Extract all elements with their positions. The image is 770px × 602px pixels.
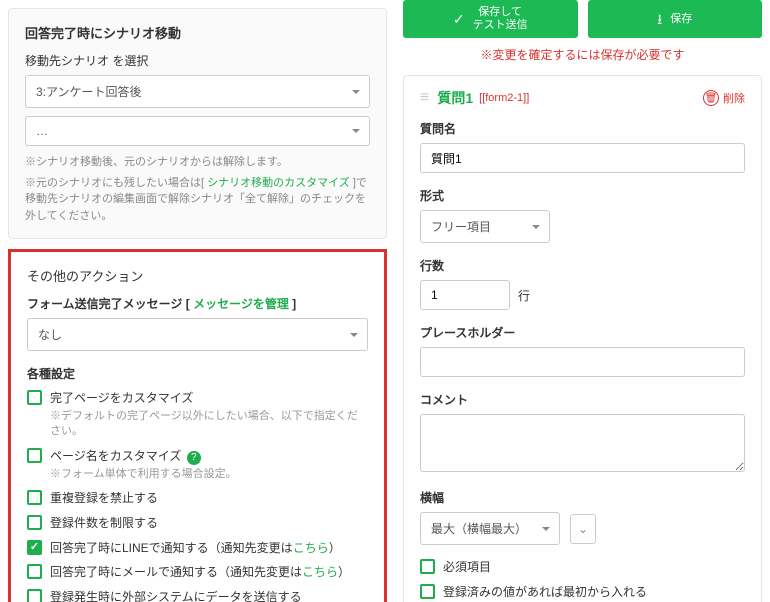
required-label: 必須項目 (443, 559, 491, 576)
scenario-select-2[interactable]: … (25, 116, 370, 146)
settings-label-5: 回答完了時にメールで通知する（通知先変更はこちら） (50, 564, 350, 581)
width-label: 横幅 (420, 489, 745, 506)
settings-link-4[interactable]: こちら (293, 541, 329, 555)
delete-question-button[interactable]: 🗑 削除 (703, 90, 745, 106)
question-name-label: 質問名 (420, 120, 745, 137)
form-complete-msg-select[interactable]: なし (27, 318, 368, 351)
settings-label-0: 完了ページをカスタマイズ (50, 390, 193, 407)
scenario-select-label: 移動先シナリオ を選択 (25, 52, 370, 69)
comment-label: コメント (420, 391, 745, 408)
settings-checkbox-1[interactable] (27, 448, 42, 463)
settings-checkbox-3[interactable] (27, 515, 42, 530)
width-select[interactable]: 最大（横幅最大） (420, 512, 560, 545)
rows-input[interactable] (420, 280, 510, 310)
scenario-title: 回答完了時にシナリオ移動 (25, 23, 370, 42)
settings-checkbox-2[interactable] (27, 490, 42, 505)
placeholder-label: プレースホルダー (420, 324, 745, 341)
settings-label-1: ページ名をカスタマイズ ? (50, 448, 201, 465)
settings-checkbox-5[interactable] (27, 564, 42, 579)
prefill-checkbox[interactable] (420, 584, 435, 599)
collapse-toggle[interactable]: ⌄ (570, 514, 596, 544)
scenario-customize-link[interactable]: シナリオ移動のカスタマイズ (207, 177, 350, 189)
question-type-label: 形式 (420, 187, 745, 204)
scenario-move-card: 回答完了時にシナリオ移動 移動先シナリオ を選択 3:アンケート回答後 … ※シ… (8, 8, 387, 239)
save-button[interactable]: ⭳ 保存 (588, 0, 763, 38)
question-card: ≡ 質問1 [[form2-1]] 🗑 削除 質問名 形式 フリー項目 行数 (403, 75, 762, 602)
scenario-note-2: ※元のシナリオにも残したい場合は[ シナリオ移動のカスタマイズ ]で移動先シナリ… (25, 175, 370, 225)
question-ref: [[form2-1]] (479, 92, 529, 104)
manage-messages-link[interactable]: メッセージを管理 (193, 297, 289, 311)
other-actions-title: その他のアクション (27, 266, 368, 285)
question-type-select[interactable]: フリー項目 (420, 210, 550, 243)
question-name-input[interactable] (420, 143, 745, 173)
rows-suffix: 行 (518, 287, 530, 304)
save-and-test-button[interactable]: ✓ 保存して テスト送信 (403, 0, 578, 38)
settings-checkbox-4[interactable] (27, 540, 42, 555)
settings-link-5[interactable]: こちら (302, 565, 338, 579)
check-circle-icon: ✓ (453, 11, 465, 28)
other-actions-card: その他のアクション フォーム送信完了メッセージ [ メッセージを管理 ] なし … (8, 249, 387, 602)
required-checkbox[interactable] (420, 559, 435, 574)
form-complete-msg-label: フォーム送信完了メッセージ [ メッセージを管理 ] (27, 295, 368, 312)
settings-subtitle: 各種設定 (27, 365, 368, 382)
placeholder-input[interactable] (420, 347, 745, 377)
settings-note-1: ※フォーム単体で利用する場合設定。 (50, 467, 368, 482)
help-icon[interactable]: ? (187, 451, 201, 465)
settings-label-3: 登録件数を制限する (50, 515, 158, 532)
drag-handle-icon[interactable]: ≡ (420, 89, 429, 107)
question-title: 質問1 (437, 88, 473, 108)
settings-checkbox-6[interactable] (27, 589, 42, 602)
settings-checkbox-0[interactable] (27, 390, 42, 405)
rows-label: 行数 (420, 257, 745, 274)
scenario-note-1: ※シナリオ移動後、元のシナリオからは解除します。 (25, 154, 370, 171)
trash-icon: 🗑 (703, 90, 719, 106)
chevron-down-icon: ⌄ (578, 522, 588, 536)
download-icon: ⭳ (657, 11, 662, 28)
settings-label-2: 重複登録を禁止する (50, 490, 158, 507)
save-warning: ※変更を確定するには保存が必要です (403, 46, 762, 63)
settings-note-0: ※デフォルトの完了ページ以外にしたい場合、以下で指定ください。 (50, 409, 368, 440)
settings-label-6: 登録発生時に外部システムにデータを送信する (50, 589, 302, 602)
settings-label-4: 回答完了時にLINEで通知する（通知先変更はこちら） (50, 540, 341, 557)
comment-textarea[interactable] (420, 414, 745, 472)
scenario-select-1[interactable]: 3:アンケート回答後 (25, 75, 370, 108)
prefill-label: 登録済みの値があれば最初から入れる (443, 584, 647, 601)
